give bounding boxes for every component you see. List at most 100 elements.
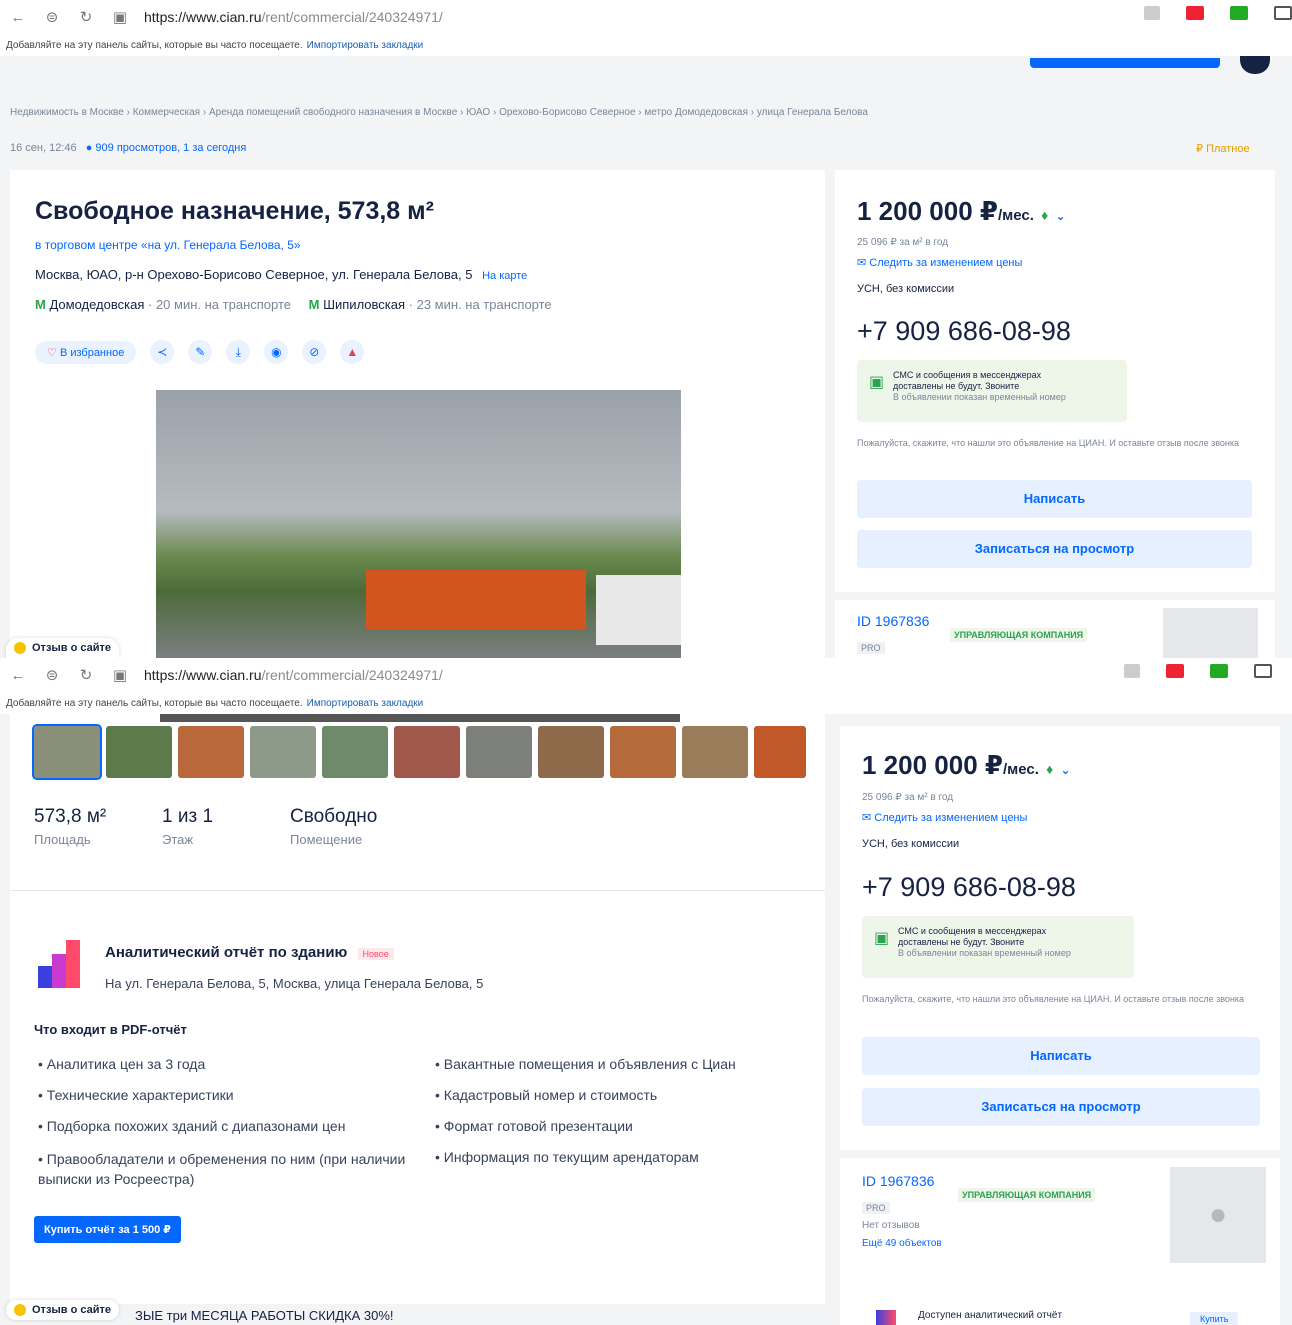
main-photo[interactable] [156,390,681,658]
breadcrumb: Недвижимость в Москве › Коммерческая › А… [10,107,868,118]
reviews-count: Нет отзывов [862,1220,920,1231]
extension-red-icon[interactable] [1186,6,1204,20]
lock-icon[interactable]: ▣ [110,8,130,26]
thumbnail[interactable] [538,726,604,778]
reload-icon[interactable]: ↻ [76,8,96,26]
list-item: • Кадастровый номер и стоимость [435,1087,658,1103]
crumb-street[interactable]: улица Генерала Белова [757,107,868,118]
analytics-teaser-text: Доступен аналитический отчёт [918,1310,1063,1321]
thumbnail[interactable] [466,726,532,778]
mail-icon: ✉ [857,257,867,269]
thumbnail[interactable] [754,726,806,778]
action-bar: ♡ В избранное ≺ ✎ ⤓ ◉ ⊘ ▲ [35,340,365,364]
translate-icon[interactable] [1144,6,1160,20]
crumb-free-purpose[interactable]: Аренда помещений свободного назначения в… [209,107,457,118]
metro-domodedovskaya[interactable]: Домодедовская [49,297,144,312]
lock-icon[interactable]: ▣ [110,666,130,684]
promo-banner[interactable]: ЗЫЕ три МЕСЯЦА РАБОТЫ СКИДКА 30%! [135,1308,394,1323]
feedback-tab-2[interactable]: Отзыв о сайте [6,1300,120,1320]
more-objects-link[interactable]: Ещё 49 объектов [862,1238,942,1249]
crumb-metro[interactable]: метро Домодедовская [644,107,748,118]
back-icon[interactable]: ← [8,667,28,684]
pdf-heading: Что входит в PDF-отчёт [34,1022,187,1037]
feedback-tab-1[interactable]: Отзыв о сайте [6,638,120,658]
thumbnail[interactable] [178,726,244,778]
report-list-right: • Вакантные помещения и объявления с Циа… [435,1056,815,1180]
thumbnail[interactable] [106,726,172,778]
import-bookmarks-link[interactable]: Импортировать закладки [307,698,424,709]
bookmarks-hint: Добавляйте на эту панель сайты, которые … [6,39,303,51]
hide-icon[interactable]: ⊘ [302,340,327,364]
follow-price-link[interactable]: ✉ Следить за изменением цены [862,811,1027,824]
metro-shipilovskaya[interactable]: Шипиловская [323,297,405,312]
extension-green-icon[interactable] [1210,664,1228,678]
battery-icon[interactable] [1254,664,1272,678]
url-field[interactable]: https://www.cian.ru/rent/commercial/2403… [144,9,443,25]
divider [840,1150,1280,1158]
thumbnail[interactable] [682,726,748,778]
user-icon: ● [1208,1198,1228,1231]
schedule-view-button[interactable]: Записаться на просмотр [862,1088,1260,1126]
crumb-district[interactable]: ЮАО [466,107,490,118]
browser-toolbar-1: ← ⊜ ↻ ▣ https://www.cian.ru/rent/commerc… [0,0,1292,56]
shield-icon[interactable]: ⊜ [42,666,62,684]
crumb-moscow[interactable]: Недвижимость в Москве [10,107,124,118]
write-button[interactable]: Написать [857,480,1252,518]
header-button-edge[interactable] [1030,58,1220,68]
list-item: • Аналитика цен за 3 года [38,1056,206,1072]
buy-report-button[interactable]: Купить отчёт за 1 500 ₽ [34,1216,181,1243]
chevron-down-icon[interactable]: ⌄ [1061,763,1071,777]
paid-badge: ₽ Платное [1196,143,1250,155]
smile-icon [14,1304,26,1316]
price: 1 200 000 ₽/мес. ♦ ⌄ [862,750,1071,780]
agent-avatar[interactable]: ● [1170,1167,1266,1263]
shield-icon[interactable]: ⊜ [42,8,62,26]
bookmarks-hint: Добавляйте на эту панель сайты, которые … [6,697,303,709]
phone-number[interactable]: +7 909 686-08-98 [862,872,1076,903]
call-notice: Пожалуйста, скажите, что нашли это объяв… [862,994,1244,1004]
compare-icon[interactable]: ◉ [264,340,289,364]
reload-icon[interactable]: ↻ [76,666,96,684]
heart-icon: ♡ [47,346,57,359]
import-bookmarks-link[interactable]: Импортировать закладки [307,40,424,51]
agent-avatar[interactable] [1163,608,1258,658]
back-icon[interactable]: ← [8,9,28,26]
list-item: • Подборка похожих зданий с диапазонами … [38,1118,346,1134]
views-count[interactable]: 909 просмотров, 1 за сегодня [95,142,246,154]
thumbnail[interactable] [322,726,388,778]
price-per-meter: 25 096 ₽ за м² в год [857,237,949,248]
extension-red-icon[interactable] [1166,664,1184,678]
translate-icon[interactable] [1124,664,1140,678]
url-field[interactable]: https://www.cian.ru/rent/commercial/2403… [144,667,443,683]
write-button[interactable]: Написать [862,1037,1260,1075]
edit-icon[interactable]: ✎ [188,340,213,364]
extension-green-icon[interactable] [1230,6,1248,20]
thumbnail[interactable] [32,724,102,780]
sms-notice: ▣ СМС и сообщения в мессенджерах доставле… [862,916,1134,978]
schedule-view-button[interactable]: Записаться на просмотр [857,530,1252,568]
publish-date: 16 сен, 12:46 [10,142,77,154]
truck-shape [596,575,681,645]
crumb-area[interactable]: Орехово-Борисово Северное [499,107,635,118]
price-down-icon: ♦ [1041,207,1049,223]
agent-id[interactable]: ID 1967836 [857,613,929,629]
follow-price-link[interactable]: ✉ Следить за изменением цены [857,256,1022,269]
share-icon[interactable]: ≺ [150,340,175,364]
crumb-commercial[interactable]: Коммерческая [133,107,200,118]
report-title: Аналитический отчёт по зданию Новое [105,944,394,961]
metro-icon: M [35,297,46,312]
analytics-buy-button[interactable]: Купить [1190,1312,1239,1325]
thumbnail[interactable] [250,726,316,778]
agent-id[interactable]: ID 1967836 [862,1173,934,1189]
mall-link[interactable]: в торговом центре «на ул. Генерала Белов… [35,238,301,252]
phone-number[interactable]: +7 909 686-08-98 [857,316,1071,347]
download-icon[interactable]: ⤓ [226,340,251,364]
thumbnail[interactable] [610,726,676,778]
battery-icon[interactable] [1274,6,1292,20]
price-card-1: 1 200 000 ₽/мес. ♦ ⌄ 25 096 ₽ за м² в го… [835,170,1275,658]
map-link[interactable]: На карте [482,270,527,282]
favorite-button[interactable]: ♡ В избранное [35,340,137,364]
complaint-icon[interactable]: ▲ [340,340,365,364]
chevron-down-icon[interactable]: ⌄ [1056,209,1066,223]
thumbnail[interactable] [394,726,460,778]
